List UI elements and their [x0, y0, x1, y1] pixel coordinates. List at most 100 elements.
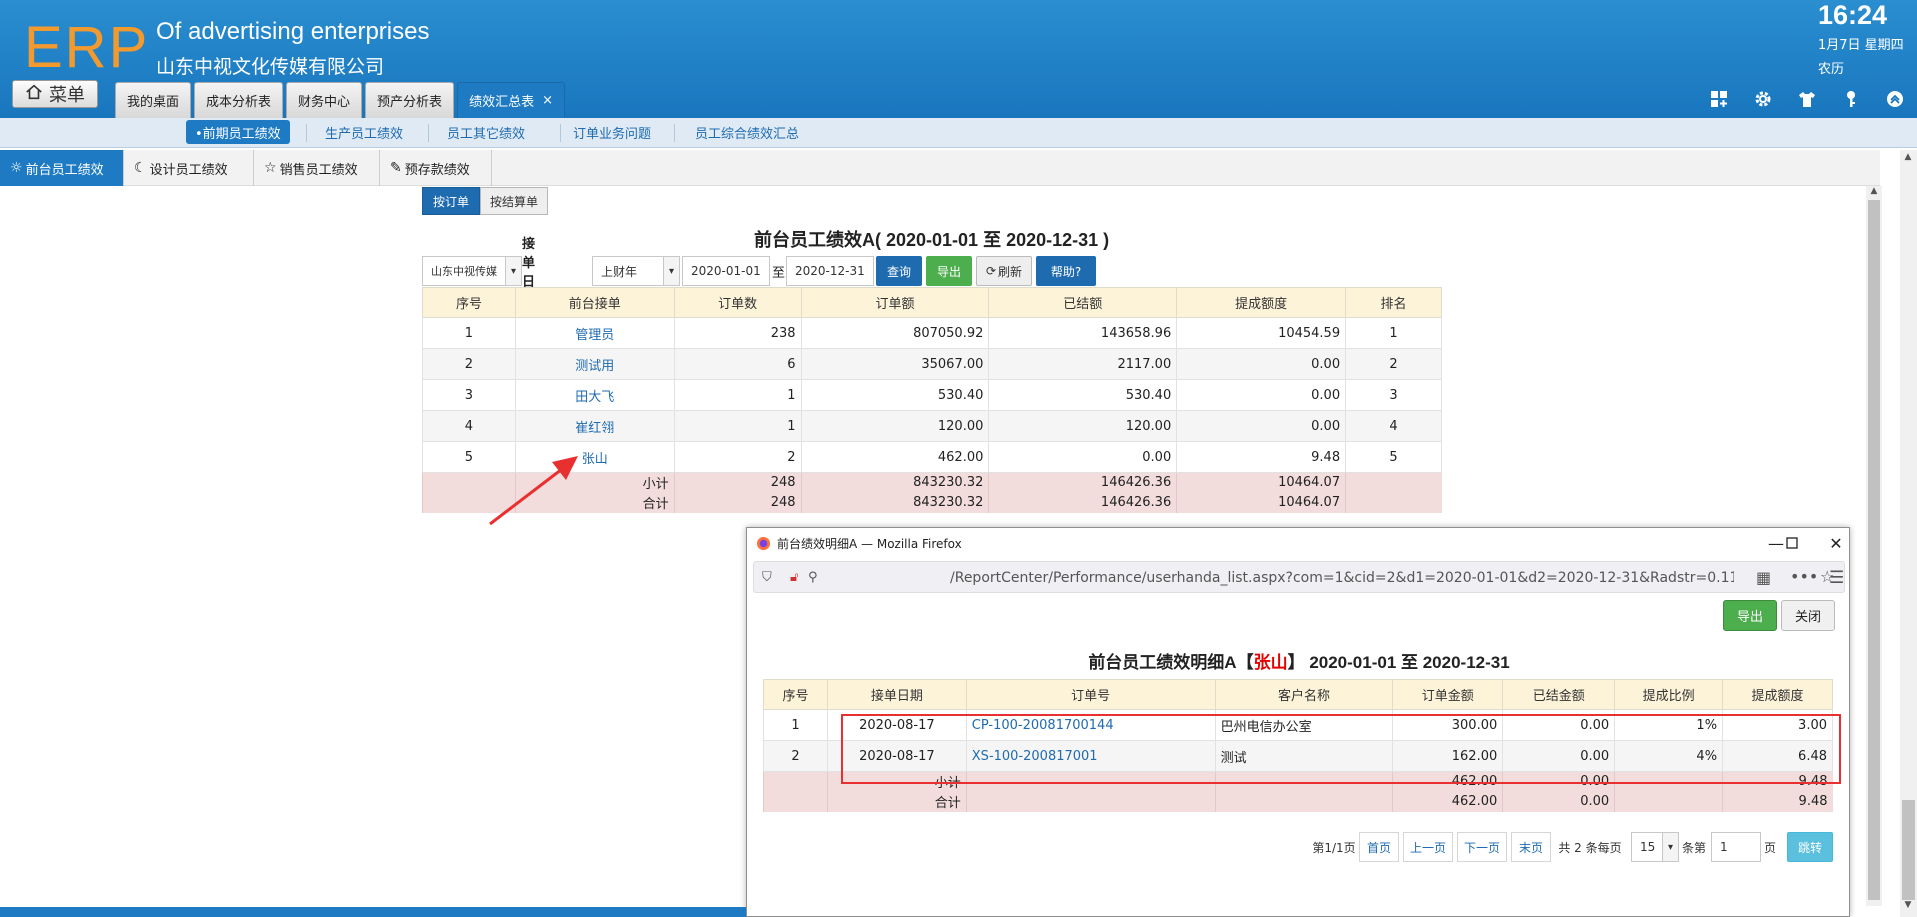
refresh-button[interactable]: ⟳ 刷新 — [976, 256, 1032, 286]
popup-export-button[interactable]: 导出 — [1723, 600, 1777, 631]
chevron-down-icon: ▾ — [663, 257, 679, 285]
more-icon[interactable]: ••• — [1790, 567, 1818, 586]
shirt-icon[interactable] — [1796, 88, 1818, 110]
subnav-divider — [674, 124, 675, 142]
gear-icon[interactable] — [1752, 88, 1774, 110]
popup-titlebar: 前台绩效明细A — Mozilla Firefox — ✕ — [747, 528, 1849, 558]
sub-navigation: •前期员工绩效 生产员工绩效 员工其它绩效 订单业务问题 员工综合绩效汇总 — [0, 118, 1917, 148]
col-header: 前台接单 — [514, 287, 675, 318]
col-header: 提成比例 — [1614, 679, 1724, 710]
subnav-overall-performance-summary[interactable]: 员工综合绩效汇总 — [686, 120, 808, 144]
tab-close-icon[interactable]: × — [542, 93, 553, 108]
scroll-down-icon[interactable]: ▼ — [1900, 900, 1916, 910]
prev-page-button[interactable]: 上一页 — [1403, 832, 1453, 862]
export-button[interactable]: 导出 — [926, 256, 972, 286]
col-header: 排名 — [1345, 287, 1442, 318]
subnav-order-issues[interactable]: 订单业务问题 — [564, 120, 660, 144]
col-header: 序号 — [763, 679, 828, 710]
date-to-input[interactable]: 2020-12-31 — [786, 256, 874, 286]
period-select[interactable]: 上财年 ▾ — [592, 256, 680, 286]
tab-front-desk-performance[interactable]: ☼ 前台员工绩效 — [0, 150, 124, 186]
section-tab-bar: ☼ 前台员工绩效 ☾ 设计员工绩效 ☆ 销售员工绩效 ✎ 预存款绩效 — [0, 150, 1880, 186]
clock-date: 1月7日 星期四 — [1818, 38, 1904, 53]
lunar-date: 农历 — [1818, 62, 1845, 77]
staff-link[interactable]: 崔红翎 — [514, 410, 675, 442]
home-icon — [25, 83, 43, 106]
page-info: 第1/1页 — [1312, 840, 1356, 855]
col-header: 提成额度 — [1176, 287, 1347, 318]
popup-close-button[interactable]: 关闭 — [1781, 600, 1835, 631]
brand-name-cn: 山东中视文化传媒有限公司 — [156, 56, 385, 78]
permissions-icon: ⚲ — [808, 570, 818, 585]
url-text: /ReportCenter/Performance/userhanda_list… — [950, 570, 1734, 586]
key-icon[interactable] — [1840, 88, 1862, 110]
subnav-production-staff-performance[interactable]: 生产员工绩效 — [316, 120, 412, 144]
moon-icon: ☾ — [134, 160, 147, 176]
col-header: 订单金额 — [1392, 679, 1504, 710]
col-header: 订单号 — [965, 679, 1216, 710]
page-scrollbar[interactable]: ▲ ▼ — [1900, 150, 1917, 917]
highlighted-staff-name: 张山 — [1253, 653, 1288, 672]
close-icon[interactable]: ✕ — [1825, 532, 1847, 554]
detail-popup-window: 前台绩效明细A — Mozilla Firefox — ✕ ⛉ 🔓︎ ⚲ /Re… — [746, 527, 1850, 917]
query-button[interactable]: 查询 — [876, 256, 922, 286]
tab-deposit-performance[interactable]: ✎ 预存款绩效 — [380, 150, 492, 186]
col-header: 接单日期 — [826, 679, 967, 710]
page-size-select[interactable]: 15 ▾ — [1631, 832, 1679, 862]
company-select[interactable]: 山东中视传媒 ▾ — [422, 256, 522, 286]
by-order-toggle[interactable]: 按订单 — [422, 187, 480, 215]
tab-finance-center[interactable]: 财务中心 — [286, 82, 363, 118]
goto-page-input[interactable]: 1 — [1711, 832, 1761, 862]
subnav-early-staff-performance[interactable]: •前期员工绩效 — [186, 120, 290, 144]
firefox-icon — [756, 536, 771, 551]
menu-button[interactable]: 菜单 — [12, 80, 98, 108]
goto-button[interactable]: 跳转 — [1787, 832, 1833, 862]
staff-link[interactable]: 田大飞 — [514, 379, 675, 411]
staff-link[interactable]: 管理员 — [514, 317, 675, 349]
shield-icon: ⛉ — [762, 570, 772, 585]
table-header-row: 序号 接单日期 订单号 客户名称 订单金额 已结金额 提成比例 提成额度 — [763, 679, 1833, 710]
total-row: 合计 462.00 0.00 9.48 — [763, 791, 1833, 812]
content-scrollbar[interactable]: ▲ — [1866, 186, 1882, 906]
by-settlement-toggle[interactable]: 按结算单 — [480, 187, 548, 215]
table-row: 4 崔红翎 1 120.00 120.00 0.00 4 — [422, 410, 1442, 442]
help-button[interactable]: 帮助? — [1036, 256, 1096, 286]
subnav-divider — [428, 124, 429, 142]
scroll-up-icon[interactable]: ▲ — [1900, 152, 1916, 162]
annotation-arrow — [489, 456, 578, 526]
chevron-down-icon: ▾ — [1662, 833, 1678, 861]
refresh-icon: ⟳ — [985, 264, 997, 278]
tab-my-desktop[interactable]: 我的桌面 — [115, 82, 192, 118]
maximize-icon[interactable] — [1781, 532, 1803, 554]
tab-design-performance[interactable]: ☾ 设计员工绩效 — [124, 150, 254, 186]
grid-plus-icon[interactable] — [1708, 88, 1730, 110]
subnav-divider — [560, 124, 561, 142]
tab-cost-analysis[interactable]: 成本分析表 — [194, 82, 284, 118]
hamburger-menu-icon[interactable]: ☰ — [1829, 568, 1844, 588]
address-bar[interactable]: ⛉ 🔓︎ ⚲ /ReportCenter/Performance/userhan… — [753, 561, 1845, 593]
col-header: 订单数 — [673, 287, 802, 318]
next-page-button[interactable]: 下一页 — [1457, 832, 1507, 862]
tab-sales-performance[interactable]: ☆ 销售员工绩效 — [254, 150, 380, 186]
pagination: 第1/1页 首页 上一页 下一页 末页 共 2 条每页 15 ▾ 条第 1 页 … — [747, 832, 1851, 862]
tab-preproduction-analysis[interactable]: 预产分析表 — [365, 82, 455, 118]
last-page-button[interactable]: 末页 — [1511, 832, 1551, 862]
staff-link[interactable]: 测试用 — [514, 348, 675, 380]
table-header-row: 序号 前台接单 订单数 订单额 已结额 提成额度 排名 — [422, 287, 1442, 318]
popup-heading: 前台员工绩效明细A【张山】 2020-01-01 至 2020-12-31 — [1088, 653, 1510, 672]
first-page-button[interactable]: 首页 — [1359, 832, 1399, 862]
erp-logo: ERP — [24, 15, 150, 80]
collapse-icon[interactable] — [1884, 88, 1906, 110]
subnav-other-staff-performance[interactable]: 员工其它绩效 — [438, 120, 534, 144]
qr-icon[interactable]: ▦ — [1756, 568, 1771, 587]
page-suffix: 页 — [1763, 840, 1776, 855]
scroll-up-icon[interactable]: ▲ — [1866, 186, 1882, 196]
tab-performance-summary[interactable]: 绩效汇总表 × — [457, 82, 565, 118]
scroll-thumb[interactable] — [1902, 800, 1915, 900]
subnav-divider — [306, 124, 307, 142]
table-row: 2 测试用 6 35067.00 2117.00 0.00 2 — [422, 348, 1442, 380]
menu-label: 菜单 — [49, 85, 85, 106]
scroll-thumb[interactable] — [1868, 200, 1880, 900]
brand-name-en: Of advertising enterprises — [156, 18, 430, 45]
date-from-input[interactable]: 2020-01-01 — [682, 256, 770, 286]
